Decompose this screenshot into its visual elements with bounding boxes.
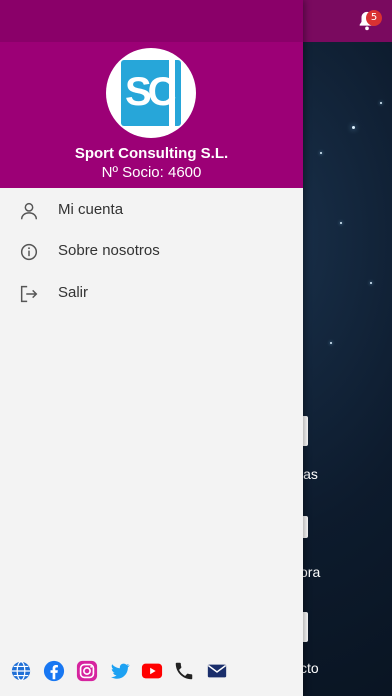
- menu-item-label: Salir: [58, 284, 89, 301]
- menu-item-mi-cuenta[interactable]: Mi cuenta: [0, 190, 303, 230]
- star: [370, 282, 372, 284]
- user-icon: [20, 202, 38, 220]
- menu-item-sobre-nosotros[interactable]: Sobre nosotros: [0, 231, 303, 271]
- navigation-drawer: SC Sport Consulting S.L. Nº Socio: 4600 …: [0, 0, 303, 696]
- social-links: [10, 660, 300, 684]
- star: [380, 102, 382, 104]
- star: [340, 222, 342, 224]
- globe-icon[interactable]: [10, 660, 32, 682]
- star: [352, 126, 355, 129]
- mail-icon[interactable]: [206, 660, 228, 682]
- menu-item-salir[interactable]: Salir: [0, 273, 303, 313]
- info-icon: [20, 243, 38, 261]
- phone-icon[interactable]: [173, 660, 195, 682]
- bg-item[interactable]: cto: [300, 612, 392, 682]
- bg-item[interactable]: ias: [300, 416, 392, 486]
- bg-item[interactable]: ora: [300, 516, 392, 586]
- member-number: Nº Socio: 4600: [101, 164, 202, 181]
- facebook-icon[interactable]: [43, 660, 65, 682]
- menu-item-label: Mi cuenta: [58, 201, 124, 218]
- company-logo: SC: [121, 60, 181, 126]
- notification-badge: 5: [366, 10, 382, 26]
- youtube-icon[interactable]: [140, 660, 164, 682]
- star: [330, 342, 332, 344]
- avatar: SC: [106, 48, 196, 138]
- menu-item-label: Sobre nosotros: [58, 242, 160, 259]
- instagram-icon[interactable]: [76, 660, 98, 682]
- logout-icon: [20, 285, 38, 303]
- logo-text: SC: [125, 70, 177, 114]
- star: [320, 152, 322, 154]
- bg-item-label: ora: [300, 564, 321, 580]
- twitter-icon[interactable]: [109, 660, 131, 682]
- company-name: Sport Consulting S.L.: [74, 145, 229, 162]
